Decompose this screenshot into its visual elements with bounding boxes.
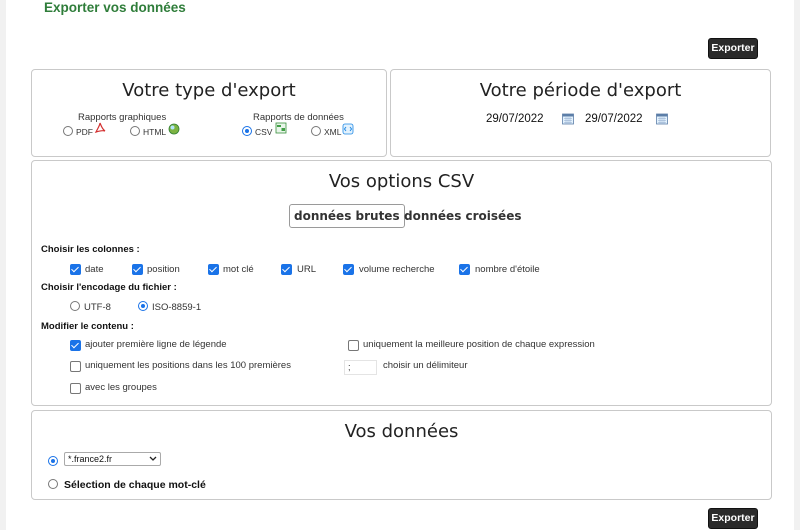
encoding-label: Choisir l'encodage du fichier : [41,282,177,293]
spreadsheet-icon [275,122,287,134]
best-position-checkbox[interactable] [348,340,359,351]
legend-checkbox[interactable] [70,340,81,351]
col-keyword-checkbox[interactable] [208,264,219,275]
col-url-label: URL [297,264,317,275]
best-position-label: uniquement la meilleure position de chaq… [363,339,595,350]
csv-options-title: Vos options CSV [328,171,475,192]
page: Exporter vos données Exporter Votre type… [6,0,794,530]
top100-label: uniquement les positions dans les 100 pr… [85,360,291,371]
export-period-box: Votre période d'export 29/07/2022 29/07/… [390,69,771,157]
page-title: Exporter vos données [44,0,186,15]
col-stars-checkbox[interactable] [459,264,470,275]
xml-label: XML [324,127,342,137]
pdf-label: PDF [76,127,93,137]
iso-radio[interactable] [138,301,148,311]
site-select[interactable]: *.france2.fr [64,452,161,466]
export-button-top[interactable]: Exporter [708,38,758,59]
tab-cross-data[interactable]: données croisées [404,205,521,227]
delimiter-label: choisir un délimiteur [383,360,468,371]
modify-content-label: Modifier le contenu : [41,321,134,332]
globe-icon [168,123,180,135]
tab-raw-data[interactable]: données brutes [289,204,405,228]
csv-options-box: Vos options CSV données brutes données c… [31,160,772,406]
data-reports-label: Rapports de données [253,112,344,123]
html-radio[interactable] [130,126,140,136]
col-date-label: date [85,264,104,275]
col-date-checkbox[interactable] [70,264,81,275]
col-url-checkbox[interactable] [281,264,292,275]
end-date-input[interactable]: 29/07/2022 [585,113,643,125]
xml-icon [342,123,354,135]
groups-checkbox[interactable] [70,383,81,394]
csv-radio[interactable] [242,126,252,136]
utf8-label: UTF-8 [84,302,111,313]
legend-label: ajouter première ligne de légende [85,339,227,350]
export-button-bottom[interactable]: Exporter [708,508,758,529]
calendar-icon[interactable] [656,113,668,125]
data-box-title: Vos données [344,421,459,442]
pdf-radio[interactable] [63,126,73,136]
iso-label: ISO-8859-1 [152,302,202,313]
export-period-title: Votre période d'export [479,80,682,101]
graph-reports-label: Rapports graphiques [78,112,167,123]
csv-label: CSV [255,127,273,137]
col-position-label: position [147,264,180,275]
col-position-checkbox[interactable] [132,264,143,275]
pdf-icon [94,122,106,134]
utf8-radio[interactable] [70,301,80,311]
col-keyword-label: mot clé [223,264,254,275]
col-volume-label: volume recherche [359,264,435,275]
export-type-box: Votre type d'export Rapports graphiques … [31,69,387,157]
groups-label: avec les groupes [85,382,157,393]
delimiter-input[interactable]: ; [344,360,377,375]
col-volume-checkbox[interactable] [343,264,354,275]
xml-radio[interactable] [311,126,321,136]
start-date-input[interactable]: 29/07/2022 [486,113,544,125]
calendar-icon[interactable] [562,113,574,125]
top100-checkbox[interactable] [70,361,81,372]
site-select-value: *.france2.fr [68,454,113,464]
each-keyword-label: Sélection de chaque mot-clé [64,479,206,491]
site-radio[interactable] [48,456,58,466]
export-type-title: Votre type d'export [122,80,296,101]
data-box: Vos données *.france2.fr Sélection de ch… [31,410,772,500]
html-label: HTML [143,127,167,137]
each-keyword-radio[interactable] [48,479,58,489]
columns-label: Choisir les colonnes : [41,244,140,255]
chevron-down-icon [149,456,157,461]
col-stars-label: nombre d'étoile [475,264,540,275]
